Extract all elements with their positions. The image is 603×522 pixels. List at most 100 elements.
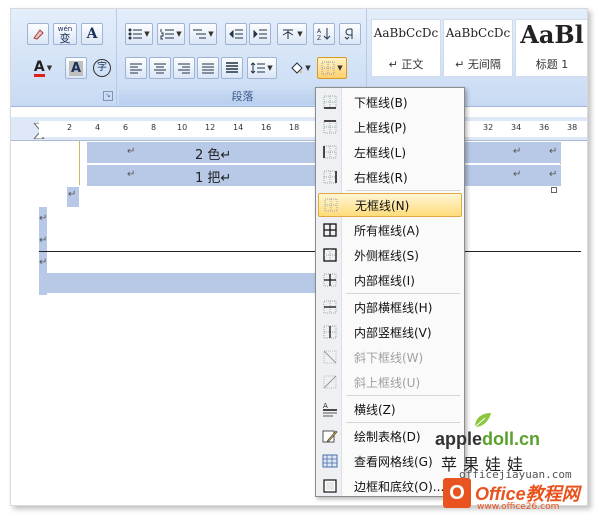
inside-borders-icon (323, 273, 337, 287)
ruler-tick: 12 (205, 123, 216, 132)
menu-item-inside-vertical[interactable]: 内部竖框线(V) (318, 320, 462, 344)
font-dialog-launcher-icon[interactable]: ↘ (103, 91, 113, 101)
style-no-spacing-name: ↵ 无间隔 (455, 58, 501, 71)
watermark-site-suffix: doll.cn (482, 429, 541, 449)
multilevel-list-button[interactable]: ▼ (189, 23, 217, 45)
enclose-char-label: 字 (93, 59, 111, 77)
decrease-indent-button[interactable] (225, 23, 247, 45)
style-heading-1-name: 标题 1 (535, 58, 569, 71)
ruler-tick: 16 (261, 123, 272, 132)
chevron-down-icon: ▼ (176, 30, 182, 38)
shading-button[interactable]: ▼ (285, 57, 315, 79)
menu-item-label: 外侧框线(S) (354, 248, 419, 263)
distributed-button[interactable] (221, 57, 243, 79)
menu-separator (346, 293, 460, 294)
selected-paragraph[interactable]: ↵ (67, 187, 79, 207)
sort-button[interactable]: AZ (313, 23, 335, 45)
ribbon: wén 变 A A ▼ A 字 ▼ ▼ ▼ ▼ A Z ▼ ▼ ▼ 段落 ↘ A… (11, 9, 587, 107)
justify-button[interactable] (197, 57, 219, 79)
borders-shading-icon (323, 479, 337, 493)
char-shading-button[interactable]: A (65, 57, 87, 79)
char-shading-label: A (68, 60, 84, 76)
justify-icon (202, 63, 214, 74)
menu-separator (346, 190, 460, 191)
bullets-button[interactable]: ▼ (125, 23, 153, 45)
increase-indent-icon (253, 29, 267, 39)
clear-format-button[interactable] (27, 23, 49, 45)
border-top-icon (323, 120, 337, 134)
char-border-button[interactable]: A (81, 23, 103, 45)
clear-format-icon (33, 29, 44, 40)
align-right-button[interactable] (173, 57, 195, 79)
cell-para-mark: ↵ (513, 169, 522, 180)
menu-item-right-border[interactable]: 右框线(R) (318, 165, 462, 189)
draw-table-icon (322, 430, 338, 443)
menu-item-top-border[interactable]: 上框线(P) (318, 115, 462, 139)
increase-indent-button[interactable] (249, 23, 271, 45)
menu-item-label: 绘制表格(D) (354, 429, 421, 444)
cell-text: 1 把↵ (195, 171, 232, 186)
decrease-indent-icon (229, 29, 243, 39)
phonetic-guide-button[interactable]: wén 变 (53, 23, 77, 45)
view-gridlines-icon (322, 454, 338, 468)
border-right-icon (323, 170, 337, 184)
table-resize-handle[interactable] (551, 187, 557, 193)
font-group: wén 变 A A ▼ A 字 (11, 9, 117, 107)
menu-item-left-border[interactable]: 左框线(L) (318, 140, 462, 164)
border-bottom-icon (323, 95, 337, 109)
menu-item-all-borders[interactable]: 所有框线(A) (318, 218, 462, 242)
word-window: wén 变 A A ▼ A 字 ▼ ▼ ▼ ▼ A Z ▼ ▼ ▼ 段落 ↘ A… (10, 8, 588, 506)
ruler-tick: 34 (511, 123, 522, 132)
inside-vertical-border-icon (323, 325, 337, 339)
office-logo-icon: O (443, 478, 471, 508)
menu-item-outside-borders[interactable]: 外侧框线(S) (318, 243, 462, 267)
menu-item-borders-shading[interactable]: 边框和底纹(O)... (318, 474, 462, 498)
bullet-list-icon (128, 28, 143, 40)
horizontal-ruler[interactable]: 2 4 6 8 10 12 14 16 18 30 32 34 36 38 (11, 117, 587, 141)
style-heading-1-preview: AaBl (520, 20, 584, 49)
menu-item-inside-horizontal[interactable]: 内部横框线(H) (318, 295, 462, 319)
para-mark: ↵ (39, 213, 48, 224)
enclose-char-button[interactable]: 字 (91, 57, 113, 79)
chevron-down-icon: ▼ (297, 30, 303, 38)
menu-item-label: 所有框线(A) (354, 223, 420, 238)
style-heading-1[interactable]: AaBl 标题 1 (515, 19, 587, 77)
borders-button[interactable]: ▼ (317, 57, 347, 79)
numbering-button[interactable]: ▼ (157, 23, 185, 45)
watermark-site: appledoll.cn (435, 429, 540, 450)
para-mark: ↵ (39, 235, 48, 246)
horizontal-line-icon: A (323, 402, 337, 417)
outside-borders-icon (323, 248, 337, 262)
font-color-button[interactable]: A ▼ (27, 57, 59, 79)
cell-para-mark: ↵ (127, 169, 136, 180)
all-borders-icon (323, 223, 337, 237)
chinese-layout-button[interactable]: ▼ (277, 23, 307, 45)
menu-item-label: 上框线(P) (354, 120, 407, 135)
menu-item-horizontal-line[interactable]: A 横线(Z) (318, 397, 462, 421)
office-brand-logo: O Office教程网 www.office26.com (443, 478, 593, 514)
ruler-tick: 14 (233, 123, 244, 132)
style-no-spacing[interactable]: AaBbCcDc ↵ 无间隔 (443, 19, 513, 77)
show-marks-button[interactable] (339, 23, 361, 45)
row-end-mark: ↵ (549, 146, 558, 157)
style-normal-name: ↵ 正文 (388, 58, 424, 71)
menu-item-inside-borders[interactable]: 内部框线(I) (318, 268, 462, 292)
align-left-button[interactable] (125, 57, 147, 79)
menu-item-label: 内部竖框线(V) (354, 325, 432, 340)
style-normal[interactable]: AaBbCcDc ↵ 正文 (371, 19, 441, 77)
menu-item-label: 右框线(R) (354, 170, 408, 185)
numbered-list-icon (160, 29, 175, 40)
ruler-tick: 36 (539, 123, 550, 132)
selection-bottom-bar[interactable] (39, 273, 315, 293)
inside-horizontal-border-icon (323, 300, 337, 314)
border-left-icon (323, 145, 337, 159)
menu-item-no-border[interactable]: 无框线(N) (318, 193, 462, 217)
line-spacing-button[interactable]: ▼ (247, 57, 277, 79)
align-right-icon (178, 63, 190, 74)
menu-item-diagonal-down: 斜下框线(W) (318, 345, 462, 369)
menu-item-bottom-border[interactable]: 下框线(B) (318, 90, 462, 114)
menu-item-label: 斜上框线(U) (354, 375, 421, 390)
ruler-tick: 32 (483, 123, 494, 132)
menu-item-label: 下框线(B) (354, 95, 408, 110)
align-center-button[interactable] (149, 57, 171, 79)
